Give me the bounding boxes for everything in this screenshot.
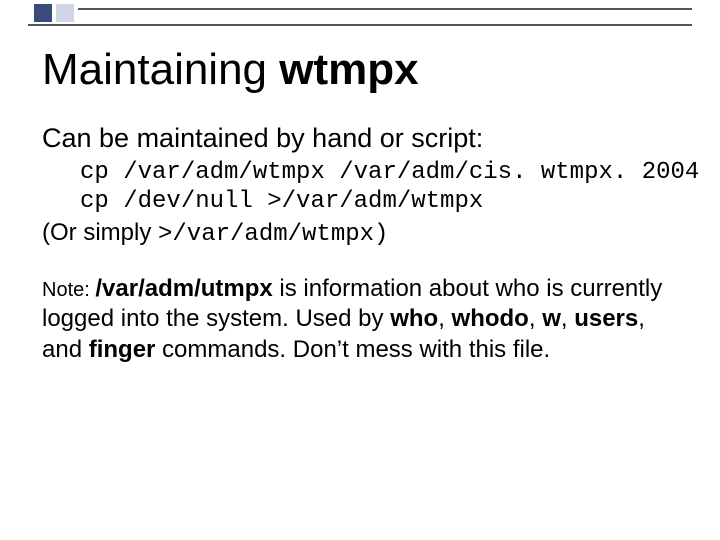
header-decoration xyxy=(0,0,720,22)
title-bold: wtmpx xyxy=(279,45,418,94)
note-c1: , xyxy=(438,305,451,332)
or-mono: >/var/adm/wtmpx) xyxy=(158,221,388,248)
accent-square-light xyxy=(56,4,74,22)
note-whodo: whodo xyxy=(452,305,529,332)
note-rest2: commands. Don’t mess with this file. xyxy=(155,336,550,363)
note-who: who xyxy=(390,305,438,332)
slide: Maintaining wtmpx Can be maintained by h… xyxy=(0,0,720,540)
or-prefix: (Or simply xyxy=(42,219,158,246)
header-rule-bottom xyxy=(28,24,692,26)
note-w: w xyxy=(542,305,561,332)
note-c3: , xyxy=(561,305,574,332)
note-finger: finger xyxy=(89,336,156,363)
accent-square-dark xyxy=(34,4,52,22)
note-path: /var/adm/utmpx xyxy=(95,275,272,302)
subtitle: Can be maintained by hand or script: xyxy=(42,122,680,156)
title-prefix: Maintaining xyxy=(42,45,279,94)
or-simply-line: (Or simply >/var/adm/wtmpx) xyxy=(42,219,680,248)
note-c2: , xyxy=(529,305,542,332)
code-line-2: cp /dev/null >/var/adm/wtmpx xyxy=(80,188,483,215)
slide-content: Maintaining wtmpx Can be maintained by h… xyxy=(42,46,680,366)
header-rule-top xyxy=(78,8,692,10)
slide-title: Maintaining wtmpx xyxy=(42,46,680,94)
note-paragraph: Note: /var/adm/utmpx is information abou… xyxy=(42,274,680,366)
code-block: cp /var/adm/wtmpx /var/adm/cis. wtmpx. 2… xyxy=(80,158,680,217)
note-users: users xyxy=(574,305,638,332)
code-line-1: cp /var/adm/wtmpx /var/adm/cis. wtmpx. 2… xyxy=(80,159,699,186)
note-label: Note: xyxy=(42,279,95,301)
